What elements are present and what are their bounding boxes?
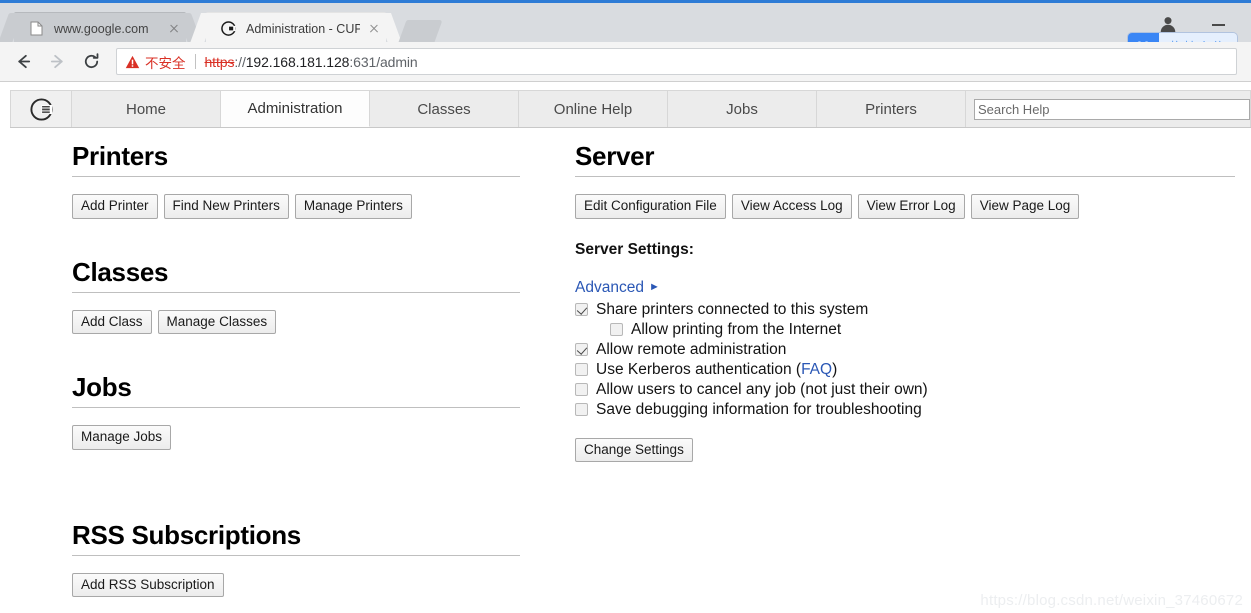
tab-title: Administration - CUPS — [246, 21, 360, 36]
cups-tab-label: Online Help — [553, 100, 633, 118]
left-column: Printers Add Printer Find New Printers M… — [72, 141, 520, 598]
tab-title: www.google.com — [54, 21, 149, 36]
cups-search-cell — [966, 90, 1251, 127]
back-button[interactable] — [6, 45, 40, 79]
setting-label: Save debugging information for troublesh… — [596, 400, 922, 418]
view-access-log-button[interactable]: View Access Log — [731, 194, 852, 219]
server-settings-checkbox-list: Share printers connected to this system … — [575, 300, 1235, 420]
cups-navigation: Home Administration Classes Online Help … — [10, 90, 1251, 128]
view-error-log-button[interactable]: View Error Log — [857, 194, 965, 219]
printers-button-row: Add Printer Find New Printers Manage Pri… — [72, 194, 520, 219]
cups-tab-classes[interactable]: Classes — [370, 90, 519, 127]
url-separator: :// — [234, 53, 246, 70]
cups-tab-administration[interactable]: Administration — [221, 90, 370, 127]
cups-tab-label: Home — [125, 100, 166, 118]
setting-allow-remote-administration[interactable]: Allow remote administration — [575, 340, 1235, 360]
cups-logo-icon[interactable] — [10, 90, 72, 127]
cups-page: Home Administration Classes Online Help … — [0, 83, 1251, 613]
cups-tab-home[interactable]: Home — [72, 90, 221, 127]
page-icon — [28, 20, 45, 37]
setting-allow-internet-printing[interactable]: Allow printing from the Internet — [575, 320, 1235, 340]
cups-tab-label: Printers — [865, 100, 917, 118]
change-settings-row: Change Settings — [575, 437, 1235, 463]
cups-tab-printers[interactable]: Printers — [817, 90, 966, 127]
add-rss-subscription-button[interactable]: Add RSS Subscription — [72, 572, 224, 598]
checkbox-icon[interactable] — [575, 403, 588, 417]
watermark: https://blog.csdn.net/weixin_37460672 — [980, 592, 1243, 609]
change-settings-button[interactable]: Change Settings — [575, 437, 693, 463]
url-host: 192.168.181.128 — [245, 53, 350, 70]
manage-printers-button[interactable]: Manage Printers — [294, 194, 412, 219]
rss-button-row: Add RSS Subscription — [72, 572, 520, 598]
setting-label: Allow printing from the Internet — [631, 320, 842, 338]
add-printer-button[interactable]: Add Printer — [72, 194, 158, 219]
cups-tab-label: Administration — [247, 100, 343, 117]
setting-share-printers[interactable]: Share printers connected to this system — [575, 300, 1235, 320]
view-page-log-button[interactable]: View Page Log — [970, 194, 1080, 219]
close-icon[interactable] — [166, 21, 182, 37]
cups-tab-label: Jobs — [726, 100, 758, 118]
browser-titlebar: www.google.com Administration - CUPS — [0, 0, 1251, 59]
not-secure-label: 不安全 — [145, 55, 186, 71]
checkbox-icon[interactable] — [575, 363, 588, 377]
setting-label: Use Kerberos authentication (FAQ) — [596, 361, 837, 379]
right-column: Server Edit Configuration File View Acce… — [575, 141, 1235, 463]
jobs-heading: Jobs — [72, 372, 520, 409]
not-secure-warning-icon — [125, 55, 140, 69]
cups-icon — [220, 20, 237, 37]
printers-heading: Printers — [72, 141, 520, 177]
advanced-label: Advanced — [575, 278, 644, 296]
setting-use-kerberos[interactable]: Use Kerberos authentication (FAQ) — [575, 360, 1235, 380]
tab-strip: www.google.com Administration - CUPS — [0, 6, 1251, 59]
faq-link[interactable]: FAQ — [801, 361, 832, 378]
cups-tab-online-help[interactable]: Online Help — [519, 90, 668, 127]
cups-tab-jobs[interactable]: Jobs — [668, 90, 817, 127]
setting-save-debugging-info[interactable]: Save debugging information for troublesh… — [575, 400, 1235, 420]
find-new-printers-button[interactable]: Find New Printers — [163, 194, 289, 219]
manage-jobs-button[interactable]: Manage Jobs — [72, 425, 172, 450]
edit-configuration-file-button[interactable]: Edit Configuration File — [575, 194, 726, 219]
manage-classes-button[interactable]: Manage Classes — [157, 309, 277, 335]
setting-label: Allow users to cancel any job (not just … — [596, 380, 928, 398]
browser-tab-cups[interactable]: Administration - CUPS — [188, 12, 404, 46]
rss-subscriptions-heading: RSS Subscriptions — [72, 520, 520, 556]
jobs-button-row: Manage Jobs — [72, 425, 520, 450]
omnibox-divider — [194, 54, 196, 69]
advanced-toggle[interactable]: Advanced ► — [575, 279, 660, 297]
classes-heading: Classes — [72, 257, 520, 293]
url-path: :631/admin — [349, 53, 418, 70]
address-bar[interactable]: 不安全 https://192.168.181.128:631/admin — [116, 48, 1237, 75]
cups-tab-label: Classes — [417, 100, 471, 118]
setting-label: Share printers connected to this system — [596, 300, 869, 318]
triangle-right-icon: ► — [648, 281, 660, 294]
setting-label-suffix: ) — [832, 360, 838, 378]
setting-allow-users-cancel-jobs[interactable]: Allow users to cancel any job (not just … — [575, 380, 1235, 400]
classes-button-row: Add Class Manage Classes — [72, 309, 520, 335]
checkbox-icon[interactable] — [575, 343, 588, 357]
browser-toolbar: 不安全 https://192.168.181.128:631/admin — [0, 42, 1251, 82]
search-help-input[interactable] — [974, 98, 1250, 120]
server-heading: Server — [575, 141, 1235, 177]
checkbox-icon[interactable] — [610, 323, 623, 337]
close-icon[interactable] — [366, 21, 382, 37]
profile-icon[interactable] — [1157, 13, 1179, 35]
forward-button — [40, 45, 74, 79]
server-button-row: Edit Configuration File View Access Log … — [575, 194, 1235, 219]
url-scheme: https — [204, 53, 235, 70]
checkbox-icon[interactable] — [575, 303, 588, 317]
setting-label: Allow remote administration — [596, 340, 787, 358]
add-class-button[interactable]: Add Class — [72, 309, 152, 335]
reload-button[interactable] — [74, 45, 108, 79]
browser-window: www.google.com Administration - CUPS 不安全… — [0, 0, 1251, 613]
browser-tab-google[interactable]: www.google.com — [0, 12, 204, 46]
url-text: https://192.168.181.128:631/admin — [205, 54, 418, 70]
setting-label-text: Use Kerberos authentication ( — [596, 360, 802, 378]
minimize-icon[interactable] — [1212, 24, 1225, 26]
server-settings-label: Server Settings: — [575, 240, 694, 258]
checkbox-icon[interactable] — [575, 383, 588, 397]
